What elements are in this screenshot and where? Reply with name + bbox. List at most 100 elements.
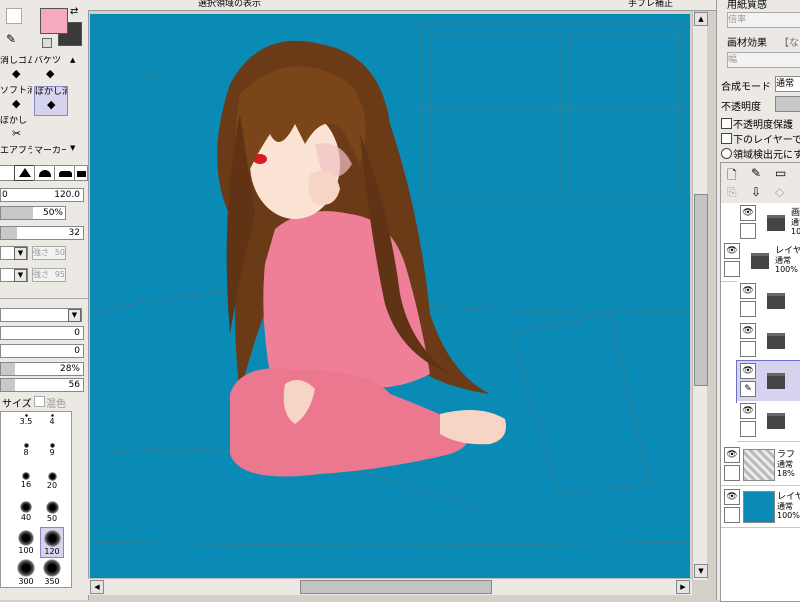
eye-icon[interactable]: 👁	[740, 205, 756, 221]
value56-field[interactable]: 56	[0, 378, 84, 392]
horizontal-scroll-thumb[interactable]	[300, 580, 492, 594]
brush-size-300[interactable]: 300	[15, 557, 37, 586]
eyedropper-icon[interactable]: ✎	[6, 32, 16, 46]
size-field[interactable]: 0 120.0	[0, 188, 84, 202]
blend-select[interactable]: ▼	[0, 308, 82, 322]
tool-scroll-down[interactable]: ▼	[70, 144, 80, 154]
blend-mode-select[interactable]: 通常	[775, 76, 800, 92]
transparent-color-button[interactable]	[6, 8, 22, 24]
layer-row[interactable]: 👁レイヤー通常100%	[721, 487, 800, 528]
tool-airbrush[interactable]: エアブラシ	[0, 146, 32, 156]
shape-flat-dome-button[interactable]	[54, 165, 76, 181]
layer-opacity: 18%	[777, 469, 795, 478]
brush-size-label: 300	[18, 577, 34, 586]
eye-icon[interactable]: 👁	[740, 403, 756, 419]
layer-row[interactable]: 👁 ✎	[736, 360, 800, 403]
brush-size-8[interactable]: 8	[15, 441, 37, 470]
shape-rect-button[interactable]	[74, 165, 88, 181]
texture-select-2[interactable]: ▼	[0, 268, 28, 282]
density-slider[interactable]: 50%	[0, 206, 66, 220]
brush-size-40[interactable]: 40	[15, 499, 37, 528]
strength-field-2[interactable]: 強さ 95	[32, 268, 66, 282]
horizontal-scrollbar[interactable]: ◀ ▶	[88, 578, 692, 595]
merge-down-icon[interactable]: ⇩	[751, 185, 761, 199]
brush-size-9[interactable]: 9	[41, 441, 63, 470]
lock-checkbox[interactable]	[724, 261, 740, 277]
lock-checkbox[interactable]	[740, 421, 756, 437]
width-field[interactable]: 幅	[727, 52, 800, 68]
eye-icon[interactable]: 👁	[724, 243, 740, 259]
mix-checkbox[interactable]	[34, 396, 45, 407]
pen-icon[interactable]: ✎	[740, 381, 756, 397]
tool-marker[interactable]: マーカー	[34, 146, 66, 156]
opacity-protect-checkbox[interactable]	[721, 118, 732, 129]
layer-row[interactable]: 👁画線通常100%	[737, 203, 800, 244]
eye-icon[interactable]: 👁	[740, 363, 756, 379]
new-folder-icon[interactable]: ▭	[775, 166, 786, 180]
brush-size-120[interactable]: 120	[40, 527, 64, 558]
scroll-down-icon[interactable]: ▼	[694, 564, 708, 578]
rate-field[interactable]: 倍率	[727, 12, 800, 28]
brush-size-4[interactable]: 4	[41, 412, 63, 441]
layer-row[interactable]: 👁	[737, 401, 800, 442]
scroll-up-icon[interactable]: ▲	[694, 12, 708, 26]
tool-eraser[interactable]: 消しゴム ◆	[0, 56, 32, 84]
eye-icon[interactable]: 👁	[724, 489, 740, 505]
clipping-checkbox[interactable]	[721, 133, 732, 144]
eye-icon[interactable]: 👁	[740, 323, 756, 339]
eye-icon[interactable]: 👁	[740, 283, 756, 299]
eye-icon[interactable]: 👁	[724, 447, 740, 463]
tool-bucket[interactable]: バケツ ◆	[34, 56, 66, 84]
blur-eraser-label: ぼかし消	[35, 87, 68, 97]
reset-colors-icon[interactable]	[42, 38, 52, 48]
brush-size-label: 100	[18, 546, 34, 555]
layer-row[interactable]: 👁レイヤー通常100%	[721, 241, 800, 282]
lock-checkbox[interactable]	[740, 301, 756, 317]
brush-size-350[interactable]: 350	[41, 557, 63, 586]
scroll-right-icon[interactable]: ▶	[676, 580, 690, 594]
layer-row[interactable]: 👁 ラフ 通常 18%	[721, 445, 800, 486]
main-color-swatch[interactable]	[40, 8, 68, 34]
shape-dome-button[interactable]	[34, 165, 56, 181]
vertical-scrollbar[interactable]: ▲ ▼	[692, 12, 708, 580]
scroll-left-icon[interactable]: ◀	[90, 580, 104, 594]
brush-size-20[interactable]: 20	[41, 470, 63, 499]
layer-row[interactable]: 👁	[737, 321, 800, 362]
material-value[interactable]: 【なし】	[779, 34, 800, 49]
strength-field-1[interactable]: 強さ 50	[32, 246, 66, 260]
texture-select-1[interactable]: ▼	[0, 246, 28, 260]
lock-checkbox[interactable]	[724, 465, 740, 481]
opacity-slider[interactable]	[775, 96, 800, 112]
lock-checkbox[interactable]	[724, 507, 740, 523]
new-layer-icon[interactable]: 🗋	[727, 166, 737, 187]
brush-size-16[interactable]: 16	[15, 470, 37, 499]
tool-blur-eraser[interactable]: ぼかし消 ◆	[34, 86, 68, 116]
region-source-radio[interactable]	[721, 148, 732, 159]
lock-checkbox[interactable]	[740, 223, 756, 239]
tool-scroll-up[interactable]: ▲	[70, 56, 80, 66]
copy-layer-icon[interactable]: ⎘	[727, 185, 737, 200]
bucket-icon: ◆	[46, 67, 55, 80]
blend-mode-label: 合成モード	[721, 82, 771, 93]
layer-opacity: 100%	[775, 265, 798, 274]
shape-triangle-button[interactable]	[14, 165, 36, 181]
opacity2-field[interactable]: 28%	[0, 362, 84, 376]
airbrush-label: エアブラシ	[0, 146, 32, 156]
swap-colors-icon[interactable]: ⇄	[70, 6, 78, 17]
layer-row[interactable]: 👁	[737, 281, 800, 322]
min-size-field[interactable]: 32	[0, 226, 84, 240]
field-a[interactable]: 0	[0, 326, 84, 340]
vertical-scroll-thumb[interactable]	[694, 194, 708, 386]
tool-soft-eraser[interactable]: ソフト消し ◆	[0, 86, 32, 114]
brush-size-100[interactable]: 100	[15, 528, 37, 557]
drawing-canvas[interactable]	[90, 14, 690, 578]
tool-blur[interactable]: ぼかし ✂	[0, 116, 32, 144]
brush-size-3.5[interactable]: 3.5	[15, 412, 37, 441]
brush-size-50[interactable]: 50	[41, 499, 63, 528]
clear-layer-icon[interactable]: ◇	[775, 185, 784, 199]
new-linework-icon[interactable]: ✎	[751, 166, 761, 180]
opacity-label: 不透明度	[721, 102, 761, 113]
lock-checkbox[interactable]	[740, 341, 756, 357]
brush-size-label: 16	[20, 480, 32, 489]
field-b[interactable]: 0	[0, 344, 84, 358]
